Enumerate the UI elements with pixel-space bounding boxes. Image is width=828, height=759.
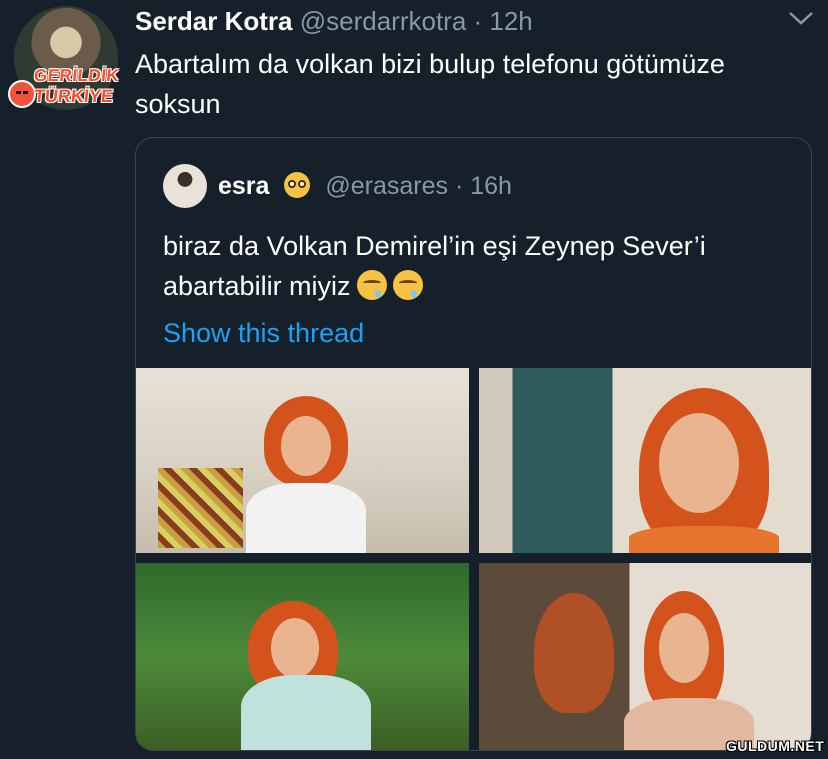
author-name[interactable]: Serdar Kotra — [135, 6, 293, 36]
quoted-tweet[interactable]: esra @erasares · 16h biraz da Volkan Dem… — [135, 137, 812, 751]
pleading-face-icon — [284, 172, 311, 198]
author-handle-time[interactable]: @serdarrkotra · 12h — [300, 6, 533, 36]
quoted-author-handle-time[interactable]: @erasares · 16h — [325, 172, 512, 200]
photo-2[interactable] — [479, 368, 811, 553]
photo-3[interactable] — [136, 563, 469, 750]
photo-1-face — [281, 416, 331, 476]
photo-1[interactable] — [136, 368, 469, 553]
drooling-face-icon — [356, 270, 387, 300]
photo-grid — [136, 368, 811, 750]
watermark: GULDUM.NET — [726, 738, 825, 754]
tweet-text: Abartalım da volkan bizi bulup telefonu … — [135, 49, 725, 119]
drooling-face-icon — [392, 270, 423, 300]
chevron-down-icon[interactable] — [786, 8, 816, 28]
photo-3-top — [241, 675, 371, 750]
quoted-tweet-header: esra @erasares · 16h — [218, 169, 512, 203]
photo-3-face — [271, 618, 319, 678]
photo-4[interactable] — [479, 563, 811, 750]
avatar-badge: GERİLDİK TÜRKİYE — [8, 66, 128, 116]
tweet: GERİLDİK TÜRKİYE Serdar Kotra @serdarrko… — [0, 0, 828, 759]
quoted-author-avatar[interactable] — [163, 164, 207, 208]
photo-1-painting — [158, 468, 243, 548]
tweet-header: Serdar Kotra @serdarrkotra · 12h — [135, 4, 533, 38]
badge-text-line2: TÜRKİYE — [33, 86, 115, 106]
photo-4-face — [659, 613, 709, 683]
quoted-tweet-text: biraz da Volkan Demirel’in eşi Zeynep Se… — [163, 231, 706, 301]
photo-2-top — [629, 526, 779, 553]
photo-4-reflection-hair — [534, 593, 614, 713]
angry-face-icon — [8, 80, 36, 108]
badge-text-line1: GERİLDİK — [33, 66, 121, 85]
photo-2-face — [659, 413, 739, 513]
quoted-tweet-text-block: biraz da Volkan Demirel’in eşi Zeynep Se… — [163, 226, 783, 306]
quoted-author-name[interactable]: esra — [218, 172, 269, 200]
show-thread-link[interactable]: Show this thread — [163, 313, 364, 353]
photo-1-top — [246, 483, 366, 553]
